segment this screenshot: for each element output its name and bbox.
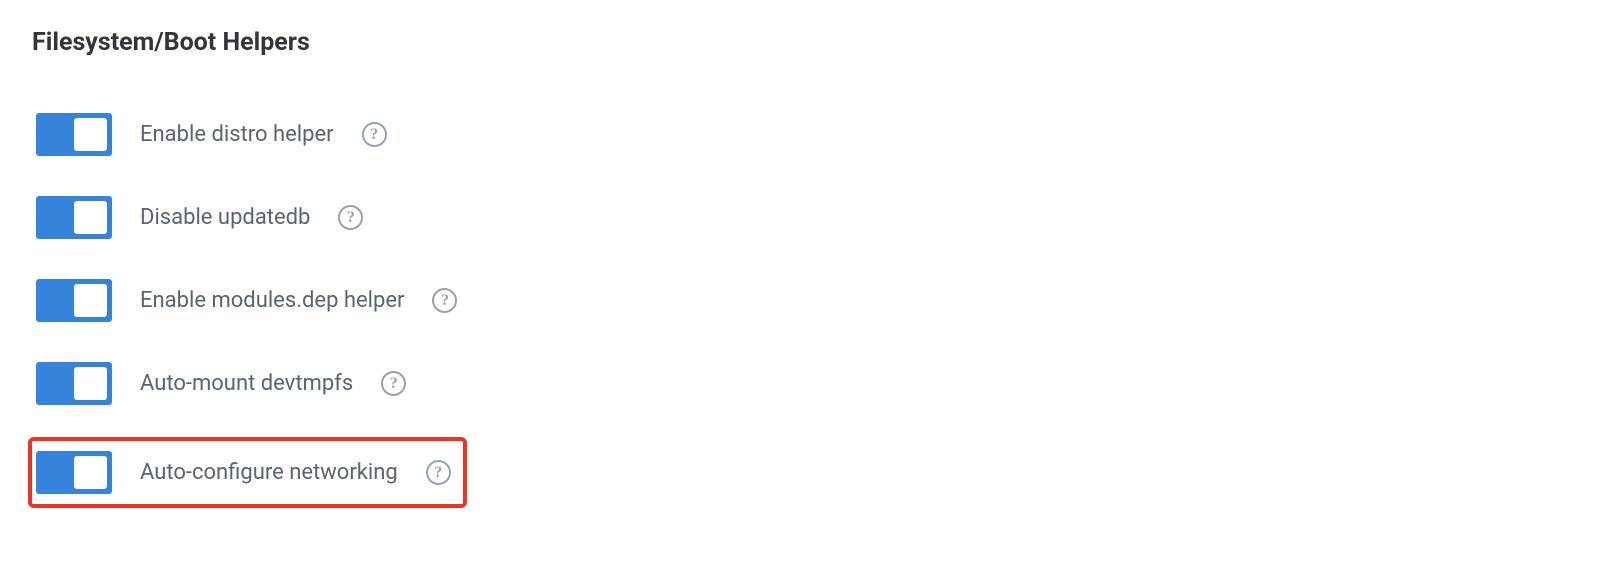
toggle-label: Disable updatedb (140, 205, 310, 230)
toggle-label: Enable modules.dep helper (140, 288, 404, 313)
toggle-knob (74, 118, 107, 151)
toggle-disable-updatedb[interactable] (36, 196, 112, 239)
toggle-label: Auto-configure networking (140, 460, 398, 485)
help-icon[interactable]: ? (381, 371, 406, 396)
toggle-row-auto-configure-networking: Auto-configure networking ? (28, 437, 467, 508)
toggle-label: Enable distro helper (140, 122, 334, 147)
toggle-distro-helper[interactable] (36, 113, 112, 156)
help-icon[interactable]: ? (338, 205, 363, 230)
toggle-row-modules-dep: Enable modules.dep helper ? (32, 271, 461, 330)
help-icon[interactable]: ? (362, 122, 387, 147)
toggle-automount-devtmpfs[interactable] (36, 362, 112, 405)
toggle-knob (74, 367, 107, 400)
toggle-row-distro-helper: Enable distro helper ? (32, 105, 391, 164)
toggle-knob (74, 201, 107, 234)
toggle-list: Enable distro helper ? Disable updatedb … (32, 105, 1574, 508)
toggle-auto-configure-networking[interactable] (36, 451, 112, 494)
help-icon[interactable]: ? (426, 460, 451, 485)
section-title: Filesystem/Boot Helpers (32, 28, 1574, 57)
help-icon[interactable]: ? (432, 288, 457, 313)
toggle-knob (74, 284, 107, 317)
toggle-modules-dep[interactable] (36, 279, 112, 322)
toggle-row-automount-devtmpfs: Auto-mount devtmpfs ? (32, 354, 410, 413)
toggle-label: Auto-mount devtmpfs (140, 371, 353, 396)
toggle-knob (74, 456, 107, 489)
toggle-row-disable-updatedb: Disable updatedb ? (32, 188, 367, 247)
